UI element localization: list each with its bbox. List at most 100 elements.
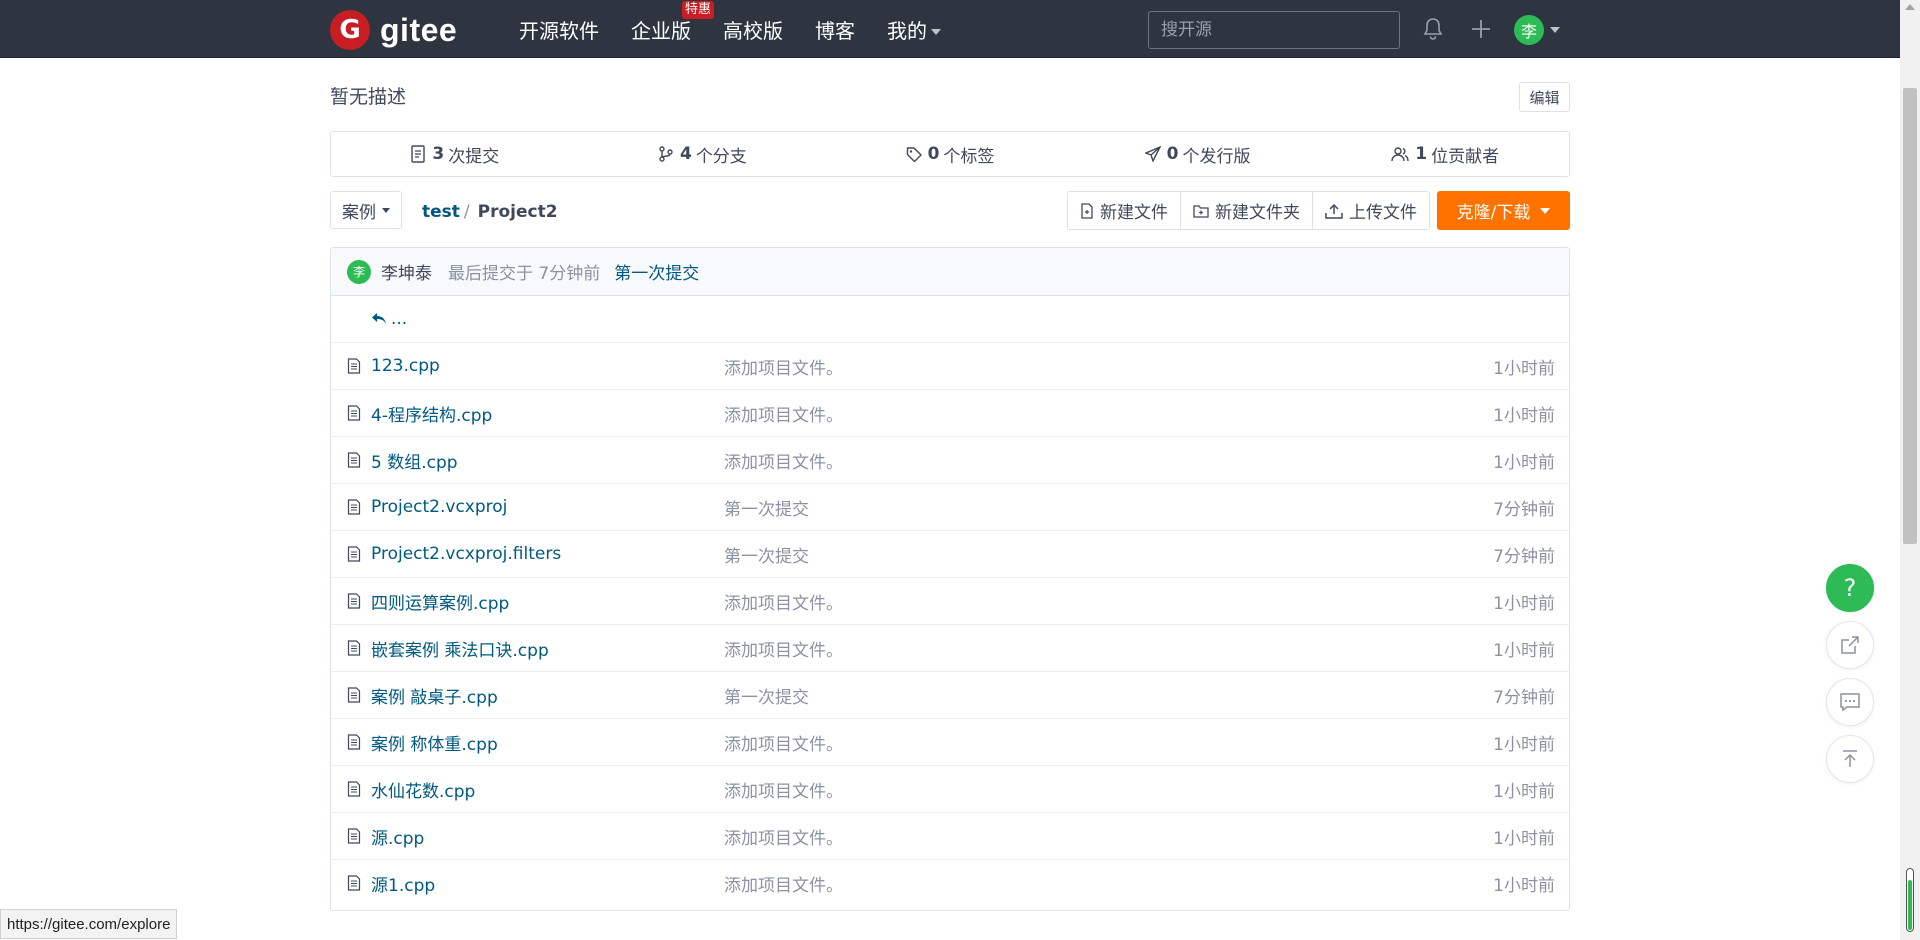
file-row[interactable]: 四则运算案例.cpp 添加项目文件。 1小时前 (331, 578, 1569, 625)
stat-count: 1 (1415, 144, 1428, 164)
file-commit-message[interactable]: 添加项目文件。 (724, 589, 843, 614)
nav-enterprise[interactable]: 企业版 特惠 (631, 0, 715, 44)
file-actions: 新建文件 新建文件夹 上传文件 (1067, 191, 1430, 230)
file-row[interactable]: 5 数组.cpp 添加项目文件。 1小时前 (331, 437, 1569, 484)
nav-open-source[interactable]: 开源软件 (519, 15, 599, 44)
file-name-link[interactable]: 5 数组.cpp (371, 448, 458, 473)
file-row[interactable]: Project2.vcxproj 第一次提交 7分钟前 (331, 484, 1569, 531)
file-row[interactable]: 水仙花数.cpp 添加项目文件。 1小时前 (331, 766, 1569, 813)
commit-author-avatar[interactable]: 李 (347, 259, 371, 284)
file-row[interactable]: 4-程序结构.cpp 添加项目文件。 1小时前 (331, 390, 1569, 437)
file-commit-time: 1小时前 (1493, 593, 1555, 614)
file-row[interactable]: 案例 称体重.cpp 添加项目文件。 1小时前 (331, 719, 1569, 766)
new-folder-button[interactable]: 新建文件夹 (1181, 192, 1313, 229)
file-row[interactable]: 源.cpp 添加项目文件。 1小时前 (331, 813, 1569, 860)
file-commit-message[interactable]: 添加项目文件。 (724, 448, 843, 473)
plus-icon[interactable] (1466, 14, 1496, 44)
parent-directory-row[interactable]: ... (331, 296, 1569, 343)
file-commit-time: 1小时前 (1493, 640, 1555, 661)
nav-label: 高校版 (723, 18, 783, 43)
stat-releases[interactable]: 0 个发行版 (1074, 142, 1322, 167)
file-name-link[interactable]: 案例 称体重.cpp (371, 730, 498, 755)
share-button[interactable] (1826, 621, 1874, 669)
bell-icon[interactable] (1418, 14, 1448, 44)
file-name-link[interactable]: 源1.cpp (371, 871, 435, 896)
stat-commits[interactable]: 3 次提交 (331, 142, 579, 167)
top-navbar: G gitee 开源软件 企业版特惠 高校版 博客 我的 李 (0, 0, 1900, 58)
new-file-button[interactable]: 新建文件 (1068, 192, 1181, 229)
help-icon: ? (1843, 574, 1857, 602)
edit-description-button[interactable]: 编辑 (1519, 82, 1570, 112)
file-name-link[interactable]: 水仙花数.cpp (371, 777, 475, 802)
stat-count: 3 (432, 144, 445, 164)
new-file-icon (1081, 202, 1093, 219)
stat-tags[interactable]: 0 个标签 (826, 142, 1074, 167)
arrow-up-icon (1843, 750, 1857, 767)
back-to-top-button[interactable] (1826, 735, 1874, 783)
file-commit-time: 1小时前 (1493, 452, 1555, 473)
scroll-up-icon[interactable] (1905, 4, 1915, 10)
file-row[interactable]: 123.cpp 添加项目文件。 1小时前 (331, 343, 1569, 390)
file-row[interactable]: 嵌套案例 乘法口诀.cpp 添加项目文件。 1小时前 (331, 625, 1569, 672)
breadcrumb-current: Project2 (477, 202, 558, 222)
help-button[interactable]: ? (1826, 564, 1874, 612)
file-name-link[interactable]: 案例 敲桌子.cpp (371, 683, 498, 708)
file-name-link[interactable]: 四则运算案例.cpp (371, 589, 509, 614)
file-commit-message[interactable]: 第一次提交 (724, 542, 809, 567)
user-avatar[interactable]: 李 (1514, 15, 1544, 45)
nav-blog[interactable]: 博客 (815, 15, 855, 44)
file-commit-message[interactable]: 添加项目文件。 (724, 777, 843, 802)
new-folder-icon (1193, 204, 1209, 218)
page-scrollbar[interactable] (1900, 0, 1920, 940)
repo-stats-bar: 3 次提交 4 个分支 0 个标签 0 个发行版 1 位贡献者 (330, 131, 1570, 177)
search-input[interactable] (1148, 11, 1400, 49)
branch-selector[interactable]: 案例 (330, 191, 402, 229)
chevron-down-icon[interactable] (1550, 27, 1560, 33)
file-icon (347, 405, 361, 426)
file-icon (347, 358, 361, 379)
commit-message-link[interactable]: 第一次提交 (614, 259, 699, 284)
file-name-link[interactable]: Project2.vcxproj (371, 497, 507, 517)
breadcrumb: test / Project2 (422, 202, 558, 222)
clone-label: 克隆/下载 (1456, 203, 1531, 223)
file-commit-message[interactable]: 添加项目文件。 (724, 354, 843, 379)
promo-badge: 特惠 (682, 0, 715, 19)
file-commit-time: 7分钟前 (1493, 687, 1555, 708)
file-name-link[interactable]: 嵌套案例 乘法口诀.cpp (371, 636, 549, 661)
nav-label: 博客 (815, 18, 855, 43)
file-commit-message[interactable]: 添加项目文件。 (724, 824, 843, 849)
file-name-link[interactable]: 4-程序结构.cpp (371, 401, 492, 426)
stat-contributors[interactable]: 1 位贡献者 (1321, 142, 1569, 167)
breadcrumb-parent[interactable]: test (422, 202, 460, 222)
file-icon (347, 593, 361, 614)
stat-label: 个标签 (943, 146, 995, 167)
contributors-icon (1391, 147, 1409, 162)
file-name-link[interactable]: 123.cpp (371, 356, 440, 376)
commit-author[interactable]: 李坤泰 (381, 259, 432, 284)
file-commit-message[interactable]: 第一次提交 (724, 495, 809, 520)
file-commit-message[interactable]: 添加项目文件。 (724, 401, 843, 426)
stat-branches[interactable]: 4 个分支 (579, 142, 827, 167)
file-row[interactable]: Project2.vcxproj.filters 第一次提交 7分钟前 (331, 531, 1569, 578)
file-name-link[interactable]: 源.cpp (371, 824, 424, 849)
upload-file-button[interactable]: 上传文件 (1313, 192, 1429, 229)
feedback-button[interactable] (1826, 678, 1874, 726)
file-commit-message[interactable]: 添加项目文件。 (724, 871, 843, 896)
file-icon (347, 499, 361, 520)
file-commit-message[interactable]: 添加项目文件。 (724, 636, 843, 661)
nav-mine[interactable]: 我的 (887, 15, 941, 44)
scrollbar-thumb[interactable] (1903, 88, 1917, 544)
file-name-link[interactable]: Project2.vcxproj.filters (371, 544, 561, 564)
gitee-logo[interactable]: G gitee (330, 10, 457, 50)
file-row[interactable]: 案例 敲桌子.cpp 第一次提交 7分钟前 (331, 672, 1569, 719)
back-arrow-icon (372, 313, 386, 324)
file-commit-message[interactable]: 第一次提交 (724, 683, 809, 708)
stat-label: 个发行版 (1182, 146, 1251, 167)
file-commit-message[interactable]: 添加项目文件。 (724, 730, 843, 755)
clone-download-button[interactable]: 克隆/下载 (1437, 191, 1570, 230)
file-row[interactable]: 源1.cpp 添加项目文件。 1小时前 (331, 860, 1569, 907)
share-icon (1841, 636, 1859, 654)
nav-education[interactable]: 高校版 (723, 15, 783, 44)
file-icon (347, 781, 361, 802)
stat-count: 0 (927, 144, 940, 164)
